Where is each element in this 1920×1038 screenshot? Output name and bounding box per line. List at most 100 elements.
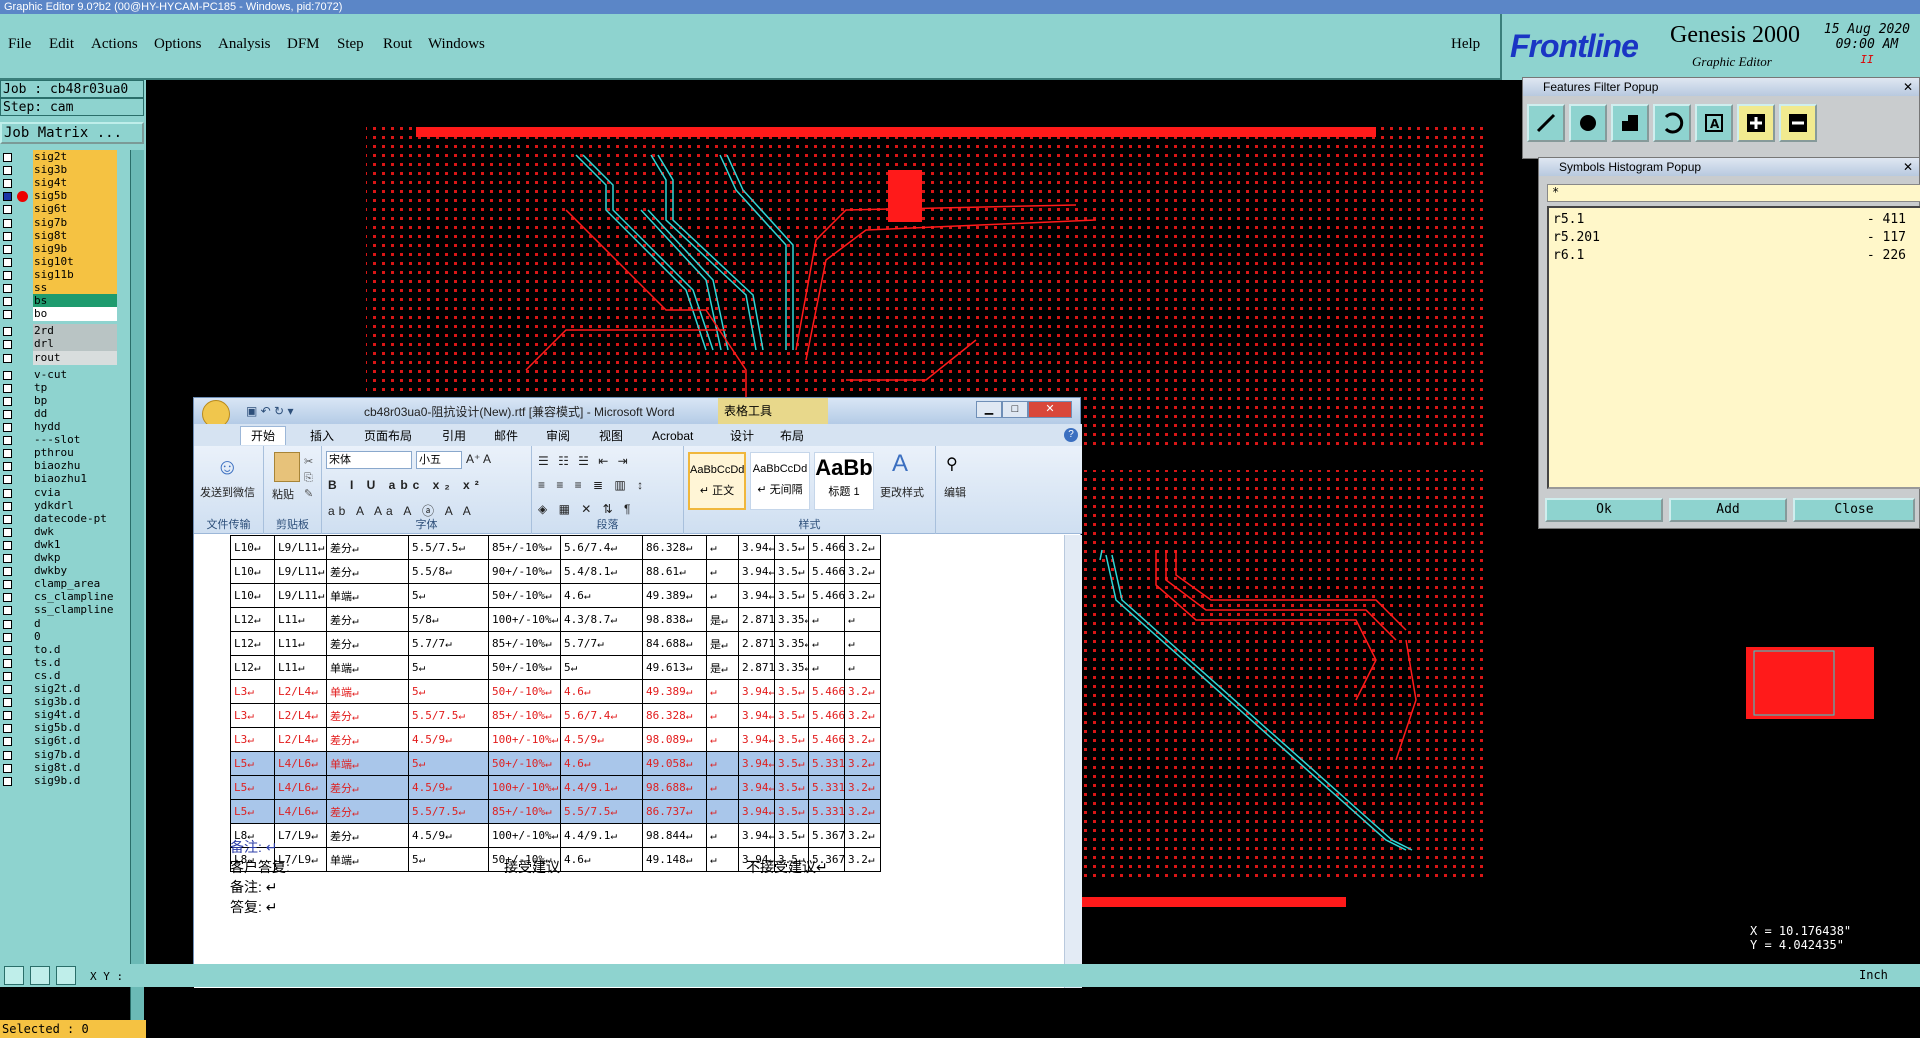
layer-checkbox[interactable] xyxy=(3,724,12,734)
table-cell[interactable]: L7/L9↵ xyxy=(274,823,327,848)
table-cell[interactable]: 4.4/9.1↵ xyxy=(560,823,643,848)
table-cell[interactable]: ↵ xyxy=(844,631,881,656)
layer-name[interactable]: dwkp xyxy=(33,551,117,565)
table-cell[interactable]: 86.328↵ xyxy=(642,703,707,728)
table-row[interactable]: L12↵L11↵单端↵5↵50+/-10%↵5↵49.613↵是↵2.871↵3… xyxy=(230,655,881,680)
layer-name[interactable]: dwk xyxy=(33,524,117,539)
layer-checkbox[interactable] xyxy=(3,580,12,590)
layer-name[interactable]: sig10t xyxy=(33,254,117,269)
table-cell[interactable]: 85+/-10%↵ xyxy=(488,703,561,728)
table-cell[interactable]: 4.5/9↵ xyxy=(408,823,489,848)
layer-name[interactable]: sig4t.d xyxy=(33,708,117,723)
table-cell[interactable]: 4.6↵ xyxy=(560,847,643,872)
table-cell[interactable]: 88.61↵ xyxy=(642,559,707,584)
layer-checkbox[interactable] xyxy=(3,436,12,446)
table-cell[interactable]: 4.6↵ xyxy=(560,583,643,608)
job-matrix-button[interactable]: Job Matrix ... xyxy=(0,122,144,144)
table-cell[interactable]: 86.737↵ xyxy=(642,799,707,824)
table-cell[interactable]: 84.688↵ xyxy=(642,631,707,656)
table-row[interactable]: L12↵ L11↵ 差分↵ 5/8↵ 100+/-10%↵ 4.3/8.7↵ 98.838↵… xyxy=(230,607,881,632)
layer-checkbox[interactable] xyxy=(3,423,12,432)
layer-name[interactable]: d xyxy=(33,616,117,631)
layer-scrollbar[interactable] xyxy=(130,150,144,1020)
layer-checkbox[interactable] xyxy=(3,297,12,307)
table-row[interactable]: L10↵ L9/L11↵ 单端↵ 5↵ 50+/-10%↵ 4.6↵ 49.389↵ ↵ 3.9… xyxy=(230,583,881,608)
table-row[interactable]: L10↵ L9/L11↵ 差分↵ 5.5/7.5↵ 85+/-10%↵ 5.6/7.4↵ 8… xyxy=(230,535,881,560)
change-styles-icon[interactable]: A xyxy=(892,450,908,478)
table-cell[interactable]: L10↵ xyxy=(230,583,275,608)
font-name-select[interactable]: 宋体 xyxy=(326,451,412,469)
layer-checkbox[interactable] xyxy=(3,488,12,498)
table-cell[interactable]: L3↵ xyxy=(230,703,275,728)
tab-acrobat[interactable]: Acrobat xyxy=(652,427,693,445)
layer-name[interactable]: ss xyxy=(33,281,117,295)
arc-tool-icon[interactable] xyxy=(1653,104,1691,142)
table-cell[interactable]: ↵ xyxy=(808,607,845,632)
layer-checkbox[interactable] xyxy=(3,192,12,202)
table-cell[interactable]: 5.466↵ xyxy=(808,559,845,584)
layer-checkbox[interactable] xyxy=(3,166,12,176)
table-cell[interactable]: L11↵ xyxy=(274,607,327,632)
layer-checkbox[interactable] xyxy=(3,244,12,254)
table-cell[interactable]: 49.389↵ xyxy=(642,679,707,704)
layer-checkbox[interactable] xyxy=(3,776,12,786)
layer-name[interactable]: cs_clampline xyxy=(33,590,117,605)
menu-step[interactable]: Step xyxy=(337,36,364,53)
table-cell[interactable]: 98.089↵ xyxy=(642,727,707,752)
table-cell[interactable]: L5↵ xyxy=(230,751,275,776)
table-cell[interactable]: ↵ xyxy=(706,559,739,584)
table-cell[interactable]: 100+/-10%↵ xyxy=(488,607,561,632)
font-grow-icon[interactable]: A⁺ A xyxy=(466,452,491,466)
layer-name[interactable]: sig4t xyxy=(33,176,117,191)
layer-name[interactable]: sig8t xyxy=(33,228,117,243)
table-cell[interactable]: 5↵ xyxy=(408,655,489,680)
layer-name[interactable]: v-cut xyxy=(33,367,117,382)
table-cell[interactable]: 4.5/9↵ xyxy=(408,727,489,752)
table-cell[interactable]: ↵ xyxy=(808,655,845,680)
table-cell[interactable]: 5.7/7↵ xyxy=(560,631,643,656)
layer-checkbox[interactable] xyxy=(3,606,12,616)
edit-button[interactable]: 编辑 xyxy=(944,484,966,500)
font-size-select[interactable]: 小五 xyxy=(416,451,462,469)
table-cell[interactable]: 90+/-10%↵ xyxy=(488,559,561,584)
accept-option[interactable]: 接受建议 xyxy=(504,857,560,877)
layer-name[interactable]: bo xyxy=(33,307,117,322)
list-item[interactable]: r5.201 - 117 xyxy=(1553,230,1916,248)
menu-analysis[interactable]: Analysis xyxy=(218,36,271,53)
pause-icon[interactable]: II xyxy=(1824,52,1910,67)
ok-button[interactable]: Ok xyxy=(1545,498,1663,522)
table-cell[interactable]: 3.2↵ xyxy=(844,727,881,752)
table-cell[interactable]: 98.838↵ xyxy=(642,607,707,632)
layer-checkbox[interactable] xyxy=(3,671,12,681)
table-cell[interactable]: L4/L6↵ xyxy=(274,751,327,776)
table-cell[interactable]: 5.331↵ xyxy=(808,799,845,824)
symbol-filter-input[interactable]: * xyxy=(1547,184,1920,202)
text-tool-icon[interactable]: A xyxy=(1695,104,1733,142)
layer-checkbox[interactable] xyxy=(3,685,12,694)
layer-name[interactable]: cvia xyxy=(33,485,117,500)
tab-references[interactable]: 引用 xyxy=(442,427,466,445)
menu-help[interactable]: Help xyxy=(1451,36,1480,53)
table-cell[interactable]: 100+/-10%↵ xyxy=(488,823,561,848)
table-cell[interactable]: 5.466↵ xyxy=(808,679,845,704)
table-cell[interactable]: 3.5↵ xyxy=(774,559,809,584)
layer-checkbox[interactable] xyxy=(3,327,12,337)
layer-checkbox[interactable] xyxy=(3,340,12,350)
layer-name[interactable]: sig11b xyxy=(33,267,117,282)
table-cell[interactable]: 3.94↵ xyxy=(738,799,775,824)
table-cell[interactable]: 单端↵ xyxy=(326,751,409,776)
style-heading-1[interactable]: AaBb 标题 1 xyxy=(814,452,874,510)
table-cell[interactable]: 3.5↵ xyxy=(774,535,809,560)
table-cell[interactable]: 5.5/7.5↵ xyxy=(560,799,643,824)
layer-row[interactable]: bo xyxy=(0,307,120,322)
reject-option[interactable]: 不接受建议↵ xyxy=(746,857,828,877)
layer-checkbox[interactable] xyxy=(3,353,12,363)
layer-checkbox[interactable] xyxy=(3,540,12,550)
table-cell[interactable]: 3.94↵ xyxy=(738,775,775,800)
table-cell[interactable]: ↵ xyxy=(706,583,739,608)
table-cell[interactable]: 差分↵ xyxy=(326,559,409,584)
layer-name[interactable]: dwkby xyxy=(33,564,117,579)
table-cell[interactable]: 3.2↵ xyxy=(844,799,881,824)
table-cell[interactable]: 差分↵ xyxy=(326,703,409,728)
layer-checkbox[interactable] xyxy=(3,514,12,524)
